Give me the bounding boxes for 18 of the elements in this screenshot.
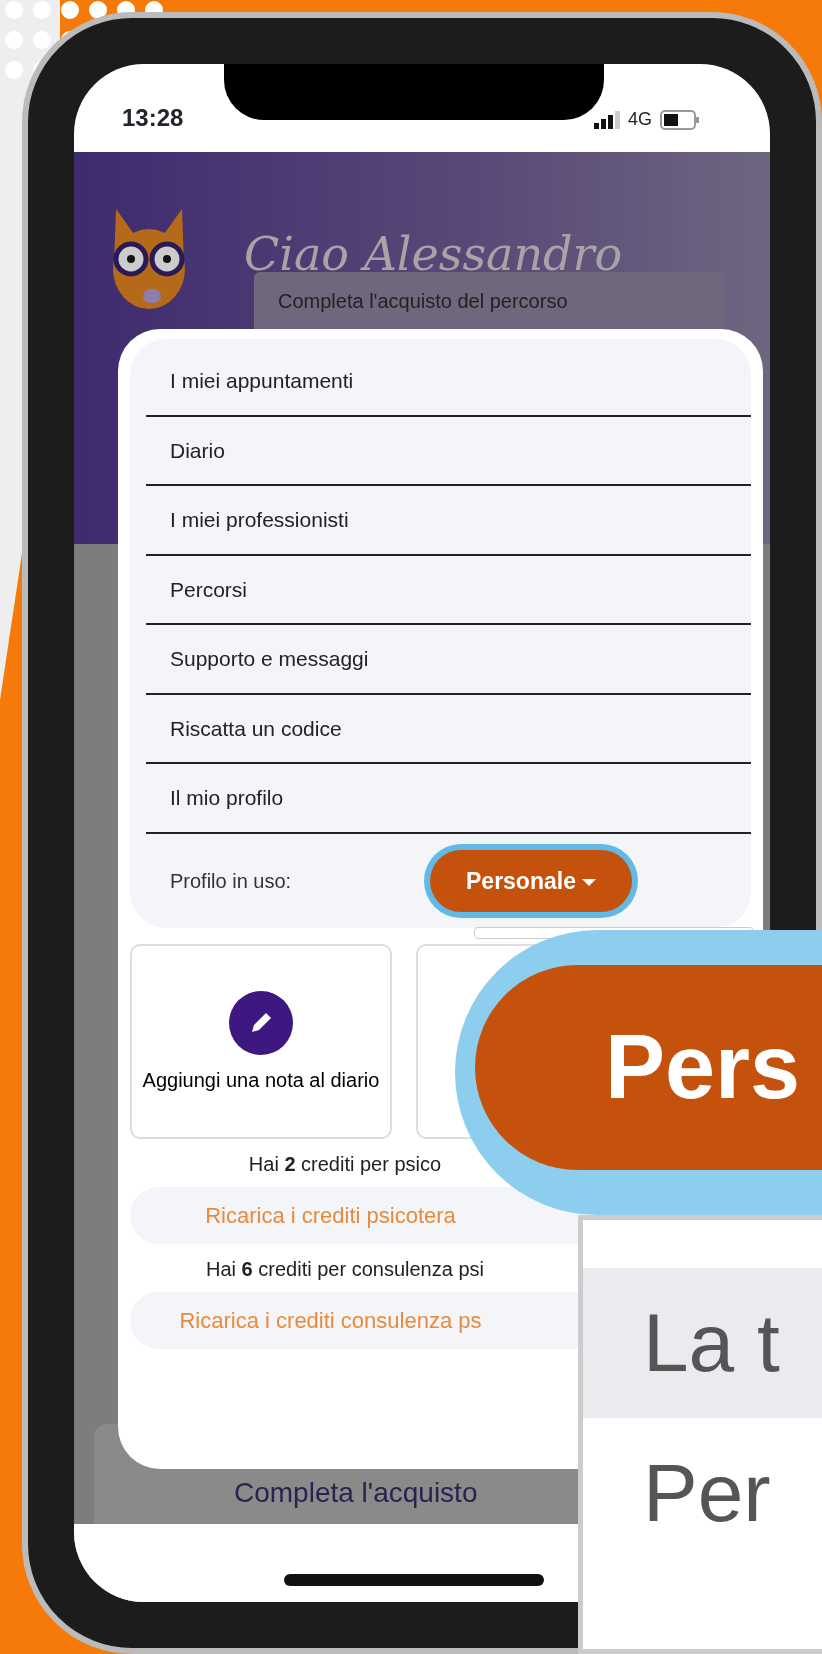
menu-item[interactable]: Percorsi [146,555,751,625]
credits-text: Hai 2 crediti per psico [247,1152,443,1177]
menu-item[interactable]: Supporto e messaggi [146,625,751,695]
signal-icon [594,110,620,129]
battery-icon [660,109,700,130]
background-text: Completa l'acquisto [234,1476,478,1510]
menu-item[interactable]: Il mio profilo [146,764,751,834]
profile-label: Profilo in uso: [170,868,293,894]
network-label: 4G [628,108,652,131]
status-time: 13:28 [122,103,184,133]
menu-item[interactable]: Riscatta un codice [146,694,751,764]
dropdown-option[interactable]: La t [583,1268,822,1419]
menu-item[interactable]: I miei professionisti [146,486,751,556]
zoomed-profile-button[interactable]: Pers [475,965,822,1170]
note-action-card[interactable]: Aggiungi una nota al diario [130,944,392,1139]
menu-item[interactable]: Diario [146,416,751,486]
menu-item[interactable]: I miei appuntamenti [146,347,751,417]
credits-text: Hai 6 crediti per consulenza psi [205,1257,485,1282]
